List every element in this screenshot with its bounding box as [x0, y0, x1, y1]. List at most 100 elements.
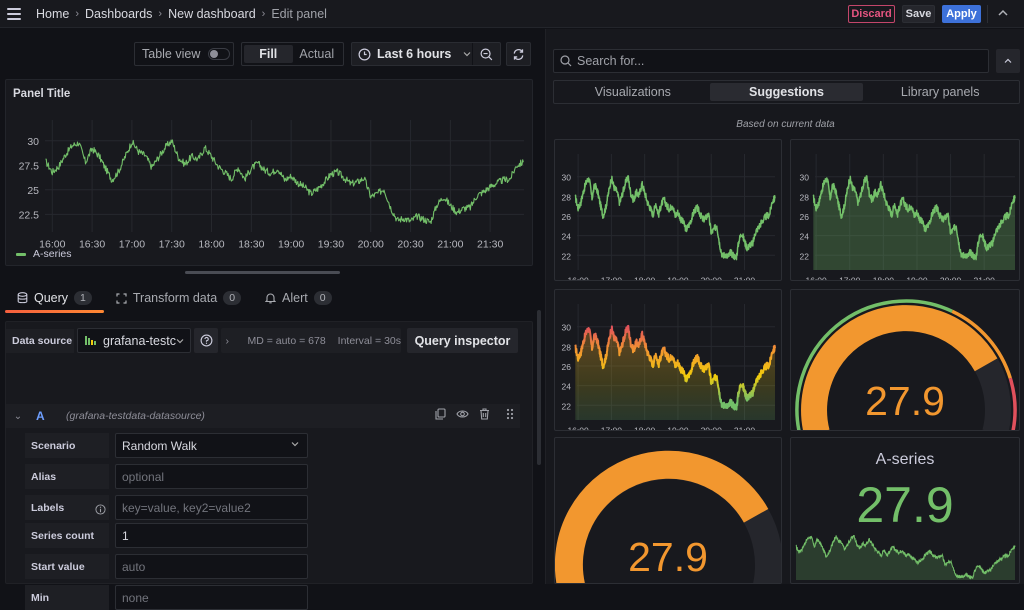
tab-alert[interactable]: Alert 0 — [253, 287, 344, 309]
search-icon — [560, 55, 572, 67]
tab-transform-data[interactable]: Transform data 0 — [104, 287, 253, 309]
actual-option[interactable]: Actual — [293, 45, 342, 63]
query-count-badge: 1 — [74, 291, 92, 305]
breadcrumb-edit-panel: Edit panel — [271, 7, 327, 21]
sparkline-area — [796, 535, 1015, 580]
y-tick-label: 28 — [562, 342, 572, 352]
viz-search-input[interactable]: Search for... — [553, 49, 989, 73]
collapse-picker-button[interactable] — [996, 49, 1020, 73]
scenario-select[interactable]: Random Walk — [115, 433, 308, 458]
table-view-toggle[interactable]: Table view — [134, 42, 234, 66]
duplicate-query-icon[interactable] — [435, 408, 446, 420]
query-options-button[interactable]: › MD = auto = 678 Interval = 30s — [221, 328, 401, 353]
suggestions-hint: Based on current data — [736, 119, 835, 130]
discard-button[interactable]: Discard — [848, 5, 895, 23]
zoom-out-button[interactable] — [472, 43, 500, 65]
tab-suggestions[interactable]: Suggestions — [709, 83, 864, 101]
info-icon[interactable] — [95, 502, 106, 520]
testdata-logo-icon — [85, 336, 96, 345]
series-area — [813, 175, 1015, 270]
hamburger-menu-icon[interactable] — [7, 8, 21, 20]
x-tick-label: 19:00 — [667, 426, 689, 432]
legend-item[interactable]: A-series — [16, 248, 72, 260]
labels-input[interactable]: key=value, key2=value2 — [115, 495, 308, 520]
table-view-label: Table view — [142, 47, 201, 61]
query-datasource-name: (grafana-testdata-datasource) — [66, 410, 205, 422]
stat-title: A-series — [875, 451, 935, 468]
fill-actual-radio-group: Fill Actual — [241, 42, 344, 66]
alias-input[interactable]: optional — [115, 464, 308, 489]
chevron-up-icon[interactable] — [998, 8, 1008, 20]
y-tick-label: 22 — [562, 401, 572, 411]
suggestion-card-stat[interactable]: A-series 27.9 — [790, 437, 1020, 584]
save-button[interactable]: Save — [902, 5, 935, 23]
x-tick-label: 17:30 — [159, 239, 185, 251]
x-tick-label: 20:00 — [940, 276, 962, 282]
pane-resize-handle[interactable] — [185, 271, 340, 274]
tab-visualizations[interactable]: Visualizations — [556, 83, 710, 101]
x-tick-label: 19:00 — [667, 276, 689, 282]
hide-query-eye-icon[interactable] — [456, 409, 469, 419]
series-line-a-series — [574, 175, 776, 261]
suggestion-card-gauge[interactable]: 27.9 — [554, 437, 782, 584]
start-value-input[interactable]: auto — [115, 554, 308, 579]
x-tick-label: 17:00 — [601, 426, 623, 432]
y-tick-label: 22 — [562, 251, 572, 261]
legend-label: A-series — [33, 248, 72, 260]
x-tick-label: 21:30 — [477, 239, 503, 251]
suggestion-card-area[interactable]: 30 28 26 24 22 16:00 17:00 18:00 19:00 20:00 21:00 — [790, 139, 1020, 281]
breadcrumb-dashboards[interactable]: Dashboards — [85, 7, 152, 21]
tab-query[interactable]: Query 1 — [5, 287, 104, 313]
breadcrumb-separator: › — [75, 8, 80, 20]
x-tick-label: 17:00 — [119, 239, 145, 251]
query-editor-scrollbar[interactable] — [537, 310, 541, 465]
datasource-label: Data source — [6, 329, 74, 353]
x-tick-label: 20:00 — [701, 426, 723, 432]
drag-handle-icon[interactable] — [506, 408, 514, 420]
fill-option[interactable]: Fill — [244, 45, 293, 63]
toggle-switch[interactable] — [208, 48, 231, 60]
clock-icon — [358, 48, 371, 60]
breadcrumb-home[interactable]: Home — [36, 7, 69, 21]
tab-library-panels[interactable]: Library panels — [863, 83, 1017, 101]
x-tick-label: 21:00 — [974, 276, 996, 282]
x-tick-label: 16:00 — [567, 276, 589, 282]
database-icon — [17, 292, 28, 304]
y-tick-label: 22.5 — [19, 209, 40, 221]
min-input[interactable]: none — [115, 585, 308, 610]
chevron-down-icon — [176, 338, 184, 343]
panel-preview: Panel Title 30 27.5 25 22.5 16:00 16:30 17:00 1… — [5, 79, 533, 266]
collapse-row-icon[interactable]: ⌄ — [6, 411, 30, 422]
breadcrumb-new-dashboard[interactable]: New dashboard — [168, 7, 256, 21]
datasource-row: Data source grafana-testc › MD = auto = … — [6, 325, 532, 355]
time-range-button[interactable]: Last 6 hours — [352, 43, 472, 65]
y-tick-label: 27.5 — [19, 160, 40, 172]
suggestion-gradient-chart: 30 28 26 24 22 16:00 17:00 18:00 19:00 20:00 21:00 — [562, 304, 776, 432]
visualization-picker: Search for... Visualizations Suggestions… — [545, 29, 1024, 584]
breadcrumb: Home › Dashboards › New dashboard › Edit… — [36, 7, 327, 21]
query-inspector-button[interactable]: Query inspector — [407, 328, 518, 353]
query-ref-id[interactable]: A — [30, 409, 66, 423]
x-tick-label: 17:00 — [839, 276, 861, 282]
datasource-picker[interactable]: grafana-testc — [77, 328, 191, 353]
breadcrumb-separator: › — [261, 8, 266, 20]
suggestion-card-line[interactable]: 30 28 26 24 22 16:00 17:00 18:00 19:00 20:00 21:00 — [554, 139, 782, 281]
apply-button[interactable]: Apply — [942, 5, 981, 23]
series-count-input[interactable]: 1 — [115, 523, 308, 548]
suggestion-card-gauge-thresholds[interactable]: 27.9 — [790, 289, 1020, 431]
delete-query-trash-icon[interactable] — [479, 408, 490, 420]
suggestion-line-chart: 30 28 26 24 22 16:00 17:00 18:00 19:00 20:00 21:00 — [562, 154, 776, 282]
x-tick-label: 16:00 — [567, 426, 589, 432]
y-tick-label: 30 — [800, 173, 810, 183]
query-editor: Data source grafana-testc › MD = auto = … — [5, 321, 533, 610]
datasource-help-button[interactable] — [194, 328, 218, 353]
time-range-label: Last 6 hours — [377, 47, 452, 61]
chevron-down-icon — [463, 52, 471, 57]
suggestion-card-gradient[interactable]: 30 28 26 24 22 16:00 17:00 18:00 19:00 20:00 21:00 — [554, 289, 782, 431]
refresh-button[interactable] — [506, 42, 531, 66]
x-tick-label: 18:00 — [634, 276, 656, 282]
transform-icon — [116, 292, 127, 304]
zoom-out-icon — [480, 48, 493, 60]
panel-editor: Table view Fill Actual Last 6 hours Pane… — [0, 29, 541, 610]
query-row-actions — [435, 408, 514, 420]
